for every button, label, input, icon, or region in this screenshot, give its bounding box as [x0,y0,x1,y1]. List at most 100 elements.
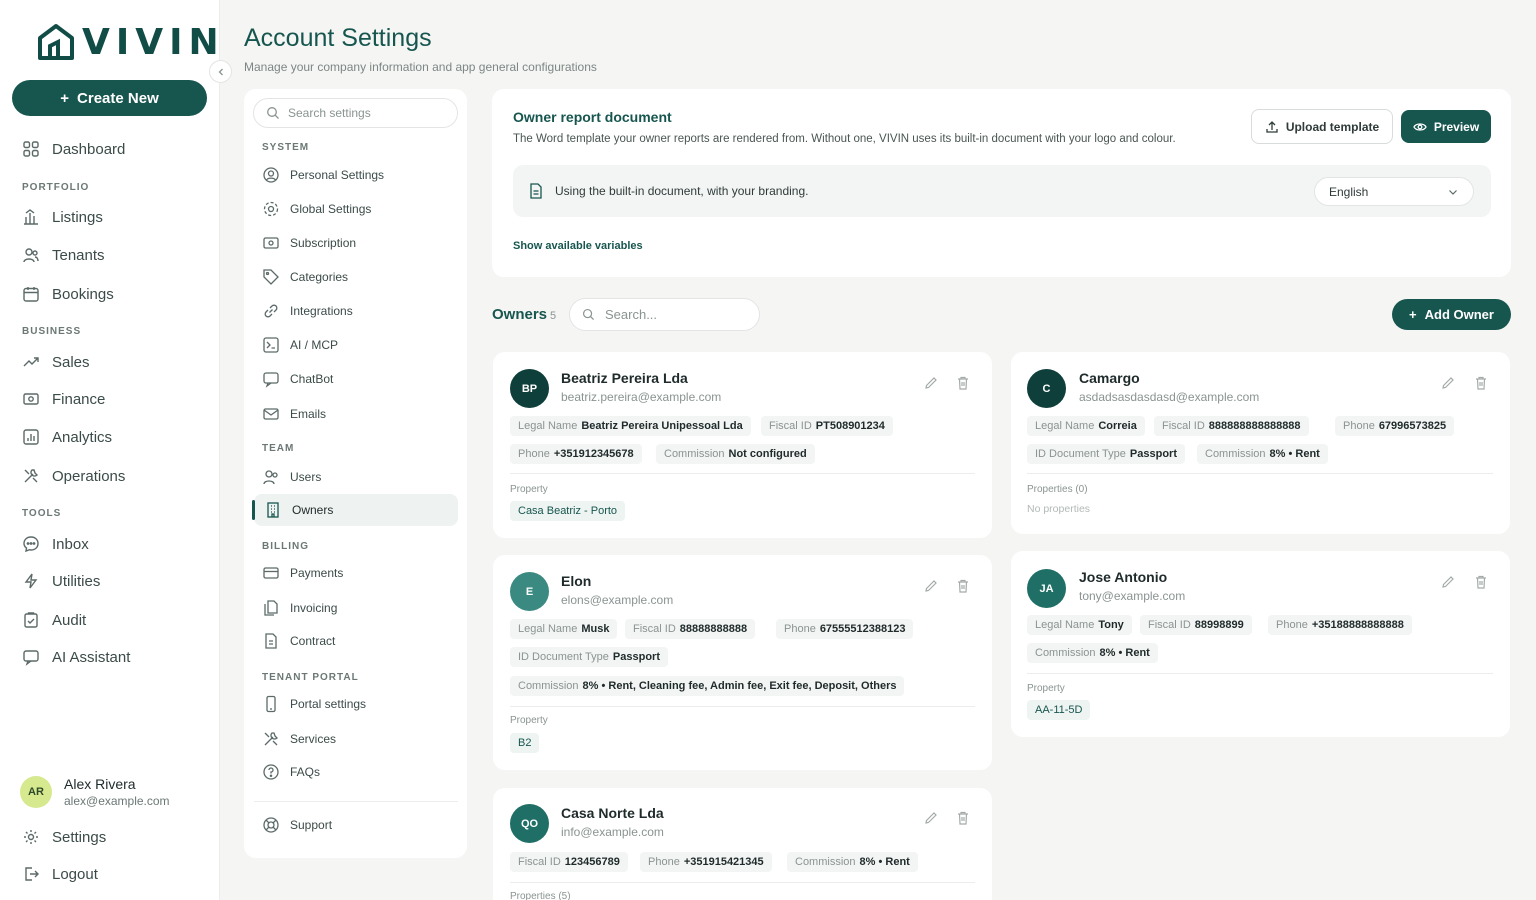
nav-tenants[interactable]: Tenants [22,246,105,264]
owner-card[interactable]: C Camargo asdadsasdasdasd@example.com Le… [1011,352,1510,534]
settings-item-invoicing[interactable]: Invoicing [262,599,337,617]
nav-ai-assistant[interactable]: AI Assistant [22,648,130,666]
chip-phone: Phone +35188888888888 [1268,615,1412,635]
settings-item-contract[interactable]: Contract [262,632,335,650]
pencil-icon[interactable] [1440,574,1456,590]
trash-icon[interactable] [955,810,971,826]
gear-icon [263,201,279,217]
owner-card[interactable]: E Elon elons@example.com Legal Name Musk … [493,555,992,770]
owner-card[interactable]: QO Casa Norte Lda info@example.com Fisca… [493,788,992,900]
settings-item-contract-label: Contract [290,634,336,648]
nav-inbox-label: Inbox [52,535,89,553]
owner-card[interactable]: JA Jose Antonio tony@example.com Legal N… [1011,551,1510,737]
calendar-icon [23,287,39,302]
chip-value: Not configured [728,448,807,460]
plus-icon: + [1409,307,1417,322]
property-chip[interactable]: B2 [510,733,540,753]
settings-item-personal[interactable]: Personal Settings [262,166,384,184]
owner-report-card: Owner report document The Word template … [492,89,1511,277]
properties-label: Properties (5) [510,891,571,900]
settings-item-subscription[interactable]: Subscription [262,234,356,252]
lightning-icon [24,573,38,589]
owners-search-input[interactable]: Search... [569,298,760,331]
preview-button[interactable]: Preview [1401,110,1491,143]
brand-logo[interactable]: VIVIN [36,21,225,63]
chip-fiscal-id: Fiscal ID 888888888888888 [1154,416,1309,436]
trash-icon[interactable] [1473,574,1489,590]
settings-item-owners[interactable]: Owners [252,494,458,526]
nav-ai-assistant-label: AI Assistant [52,648,131,666]
nav-analytics[interactable]: Analytics [22,428,112,446]
nav-logout[interactable]: Logout [22,865,98,883]
bar-chart-icon [23,429,39,445]
nav-inbox[interactable]: Inbox [22,535,89,553]
settings-item-integrations[interactable]: Integrations [262,302,353,320]
nav-bookings[interactable]: Bookings [22,285,114,303]
nav-audit-label: Audit [52,611,87,629]
user-profile[interactable]: AR Alex Rivera alex@example.com [20,776,170,808]
chip-value: 8% • Rent [1269,448,1320,460]
owner-card[interactable]: BP Beatriz Pereira Lda beatriz.pereira@e… [493,352,992,538]
chat-bubble-icon [23,536,39,553]
report-status-text: Using the built-in document, with your b… [555,184,809,198]
nav-settings[interactable]: Settings [22,828,106,846]
trash-icon[interactable] [1473,375,1489,391]
settings-item-users[interactable]: Users [262,468,321,486]
settings-item-ai-mcp[interactable]: AI / MCP [262,336,338,354]
property-chip[interactable]: Casa Beatriz - Porto [510,501,626,521]
pencil-icon[interactable] [1440,375,1456,391]
upload-template-label: Upload template [1285,119,1380,134]
brand-wordmark: VIVIN [82,21,225,63]
settings-item-chatbot[interactable]: ChatBot [262,370,333,388]
settings-search-input[interactable]: Search settings [253,98,458,128]
chip-value: Passport [612,651,660,663]
create-new-button[interactable]: + Create New [12,80,207,116]
card-divider [510,473,975,474]
nav-finance[interactable]: Finance [22,390,105,408]
chip-legal-name: Legal Name Correia [1027,416,1145,436]
chip-value: 8% • Rent, Cleaning fee, Admin fee, Exit… [582,680,897,692]
settings-item-emails[interactable]: Emails [262,405,326,423]
settings-item-integrations-label: Integrations [290,304,353,318]
chip-legal-name: Legal Name Tony [1027,615,1132,635]
settings-item-support[interactable]: Support [262,816,332,834]
nav-listings[interactable]: Listings [22,208,103,226]
sidebar-collapse-button[interactable] [209,60,232,83]
owner-email: asdadsasdasdasd@example.com [1079,390,1260,404]
nav-audit[interactable]: Audit [22,611,86,629]
settings-item-services[interactable]: Services [262,730,336,748]
show-variables-link[interactable]: Show available variables [513,240,643,252]
nav-listings-label: Listings [52,208,103,226]
properties-label: Properties (0) [1027,484,1088,495]
property-label: Property [510,484,548,495]
owner-name: Camargo [1079,370,1140,386]
pencil-icon[interactable] [923,375,939,391]
settings-item-portal[interactable]: Portal settings [262,695,366,713]
pencil-icon[interactable] [923,578,939,594]
settings-item-faqs[interactable]: FAQs [262,763,320,781]
trash-icon[interactable] [955,578,971,594]
document-icon [530,183,542,199]
nav-sales[interactable]: Sales [22,353,90,371]
chip-commission: Commission 8% • Rent [1027,643,1158,663]
pencil-icon[interactable] [923,810,939,826]
add-owner-label: Add Owner [1424,307,1494,322]
settings-item-payments[interactable]: Payments [262,564,343,582]
settings-section-billing: BILLING [262,541,309,552]
trash-icon[interactable] [955,375,971,391]
chip-key: Legal Name [1035,420,1095,432]
language-select[interactable]: English [1314,177,1474,206]
property-chip[interactable]: AA-11-5D [1027,700,1091,720]
chip-id-document: ID Document Type Passport [1027,444,1185,464]
building-chart-icon [24,209,38,225]
nav-dashboard[interactable]: Dashboard [22,140,125,158]
settings-item-subscription-label: Subscription [290,236,357,250]
upload-template-button[interactable]: Upload template [1251,109,1393,144]
nav-operations[interactable]: Operations [22,467,125,485]
chip-key: Commission [795,856,856,868]
add-owner-button[interactable]: + Add Owner [1392,299,1511,330]
chip-commission: Commission 8% • Rent [787,852,918,872]
settings-item-global[interactable]: Global Settings [262,200,371,218]
settings-item-categories[interactable]: Categories [262,268,348,286]
nav-utilities[interactable]: Utilities [22,572,100,590]
